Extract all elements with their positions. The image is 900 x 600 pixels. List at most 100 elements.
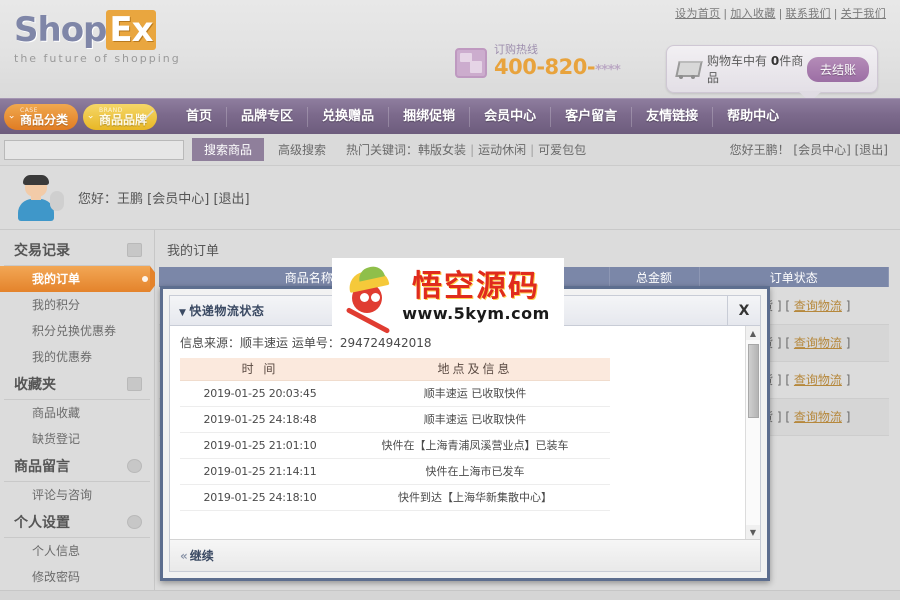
greeting-member-center-link[interactable]: [会员中心] [147,192,209,207]
tracking-time: 2019-01-25 24:18:10 [180,484,340,510]
nav-item-brand-zone[interactable]: 品牌专区 [227,107,308,127]
modal-title: ▼快递物流状态 [179,302,264,319]
nav-item-customer-message[interactable]: 客户留言 [551,107,632,127]
greeting-user: 您好：王鹏 [78,192,143,207]
logistics-modal: ▼快递物流状态 X 信息来源：顺丰速运 运单号：294724942018 时 间… [169,295,761,572]
user-greeting-bar: 您好：王鹏 [会员中心] [退出] [0,166,900,230]
sidebar-item-stock-notice[interactable]: 缺货登记 [0,426,154,452]
track-logistics-link[interactable]: 查询物流 [794,373,842,387]
top-link-contact-us[interactable]: 联系我们 [786,7,831,20]
sidebar-item-my-coupons[interactable]: 我的优惠券 [0,344,154,370]
header-user-status: 您好王鹏！ [会员中心] [退出] [730,141,888,158]
hotline-number: 400-820-**** [494,56,620,82]
sidebar-item-my-points[interactable]: 我的积分 [0,292,154,318]
left-caret-icon: « [180,549,188,563]
hot-keyword-2[interactable]: 运动休闲 [478,143,526,157]
keyword-separator: | [530,143,534,157]
sidebar-item-label: 积分兑换优惠券 [32,324,116,338]
logo-shop-text: Shop [14,10,106,50]
sidebar-item-reviews-inquiries[interactable]: 评论与咨询 [0,482,154,508]
sidebar-group-label: 收藏夹 [14,377,56,393]
nav-item-home[interactable]: 首页 [172,107,227,127]
avatar-arm [50,191,64,211]
track-logistics-link[interactable]: 查询物流 [794,410,842,424]
track-logistics-link[interactable]: 查询物流 [794,336,842,350]
nav-item-bundle-promo[interactable]: 捆绑促销 [389,107,470,127]
logo-tagline: the future of shopping [14,52,181,65]
sidebar-item-label: 缺货登记 [32,432,80,446]
sidebar-item-personal-info[interactable]: 个人信息 [0,538,154,564]
site-header: 设为首页|加入收藏|联系我们|关于我们 ShopEx the future of… [0,0,900,98]
top-link-set-homepage[interactable]: 设为首页 [675,7,720,20]
modal-scrollbar[interactable]: ▲ ▼ [745,326,760,539]
header-greeting-text: 您好王鹏！ [730,143,790,157]
modal-footer: «继续 [170,539,760,571]
tracking-time: 2019-01-25 24:18:48 [180,406,340,432]
top-utility-links: 设为首页|加入收藏|联系我们|关于我们 [675,5,886,21]
greeting-text-block: 您好：王鹏 [会员中心] [退出] [78,188,250,207]
sidebar-item-my-orders[interactable]: 我的订单 [0,266,150,292]
mini-cart[interactable]: 购物车中有 0件商品 去结账 [666,45,878,93]
sidebar: 交易记录 我的订单 我的积分 积分兑换优惠券 我的优惠券 收藏夹 商品收藏 缺货… [0,230,155,600]
sidebar-item-product-favorites[interactable]: 商品收藏 [0,400,154,426]
sidebar-item-change-password[interactable]: 修改密码 [0,564,154,590]
tracking-col-time: 时 间 [180,358,340,380]
sidebar-item-label: 评论与咨询 [32,488,92,502]
orders-col-date: 下单日期 [459,267,609,287]
nav-pill-category[interactable]: CASE 商品分类 [4,104,78,130]
checkout-button[interactable]: 去结账 [807,57,869,82]
folder-icon [127,377,142,391]
tracking-time: 2019-01-25 21:01:10 [180,432,340,458]
search-button[interactable]: 搜索商品 [192,138,264,161]
nav-pill-category-cn: 商品分类 [20,114,68,127]
tracking-info: 顺丰速运 已收取快件 [340,406,610,432]
sidebar-item-label: 我的积分 [32,298,80,312]
scrollbar-thumb[interactable] [748,344,759,418]
search-input[interactable] [4,140,184,160]
continue-button[interactable]: «继续 [180,547,214,564]
scrollbar-track[interactable] [746,340,761,525]
nav-item-friendly-links[interactable]: 友情链接 [632,107,713,127]
avatar-body [18,199,54,221]
orders-table-head: 商品名称 下单日期 总金额 订单状态 [159,267,889,287]
cart-count: 0 [771,54,779,68]
comment-icon [127,459,142,473]
source-company: 顺丰速运 [240,336,288,350]
track-logistics-link[interactable]: 查询物流 [794,299,842,313]
close-icon[interactable]: X [727,296,760,325]
nav-item-member-center[interactable]: 会员中心 [470,107,551,127]
header-member-center-link[interactable]: [会员中心] [793,143,850,157]
scroll-up-arrow-icon[interactable]: ▲ [746,326,761,340]
top-link-about-us[interactable]: 关于我们 [841,7,886,20]
advanced-search-link[interactable]: 高级搜索 [278,141,326,158]
continue-label: 继续 [190,549,214,563]
nav-link-list: 首页 品牌专区 兑换赠品 捆绑促销 会员中心 客户留言 友情链接 帮助中心 [172,107,793,127]
link-separator: | [834,7,838,20]
tracking-table-body: 2019-01-25 20:03:45 顺丰速运 已收取快件 2019-01-2… [180,380,610,510]
shopping-cart-icon [675,59,701,79]
greeting-logout-link[interactable]: [退出] [213,192,249,207]
nav-item-gift-exchange[interactable]: 兑换赠品 [308,107,389,127]
hot-keyword-3[interactable]: 可爱包包 [538,143,586,157]
hot-keyword-1[interactable]: 韩版女装 [418,143,466,157]
sidebar-item-label: 我的订单 [32,272,80,286]
modal-scroll-area: 信息来源：顺丰速运 运单号：294724942018 时 间 地点及信息 [170,326,745,539]
header-logout-link[interactable]: [退出] [855,143,888,157]
nav-item-help-center[interactable]: 帮助中心 [713,107,793,127]
cart-prefix: 购物车中有 [707,54,771,68]
site-logo[interactable]: ShopEx the future of shopping [14,10,181,65]
waybill-number: 294724942018 [340,336,432,350]
page-title: 我的订单 [155,230,900,267]
orders-header-row: 商品名称 下单日期 总金额 订单状态 [159,267,889,287]
sidebar-item-points-to-coupon[interactable]: 积分兑换优惠券 [0,318,154,344]
tracking-col-info: 地点及信息 [340,358,610,380]
shipment-source-line: 信息来源：顺丰速运 运单号：294724942018 [170,326,745,358]
scroll-down-arrow-icon[interactable]: ▼ [746,525,761,539]
nav-pill-brand[interactable]: BRAND 商品品牌 [83,104,157,130]
sidebar-group-title-transactions: 交易记录 [4,236,150,266]
sidebar-group-title-favorites: 收藏夹 [4,370,150,400]
table-row: 2019-01-25 20:03:45 顺丰速运 已收取快件 [180,380,610,406]
sidebar-group-title-settings: 个人设置 [4,508,150,538]
search-bar: 搜索商品 高级搜索 热门关键词：韩版女装|运动休闲|可爱包包 您好王鹏！ [会员… [0,134,900,166]
top-link-add-favorite[interactable]: 加入收藏 [730,7,775,20]
